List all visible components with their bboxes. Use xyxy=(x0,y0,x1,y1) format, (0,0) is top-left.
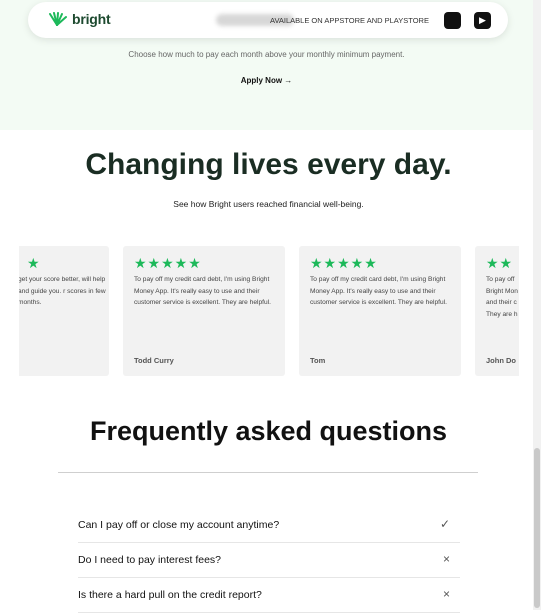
review-card: ★★★★★ To pay off my credit card debt, I'… xyxy=(299,246,461,376)
hero-subtitle: Choose how much to pay each month above … xyxy=(128,50,405,59)
scrollbar-thumb[interactable] xyxy=(534,448,540,608)
close-icon[interactable]: × xyxy=(443,587,450,601)
review-card: ★★ To pay off Bright Mon and their c The… xyxy=(475,246,519,376)
check-icon[interactable]: ✓ xyxy=(440,517,450,531)
rating-stars: ★★★★★ xyxy=(310,255,378,271)
review-text: To pay off my credit card debt, I'm usin… xyxy=(310,276,447,306)
rating-stars: ★ xyxy=(27,255,41,271)
faq-item[interactable]: Is there a hard pull on the credit repor… xyxy=(78,578,460,613)
rating-stars: ★★★★★ xyxy=(134,255,202,271)
reviews-carousel[interactable]: ★ get your score better, will help and g… xyxy=(19,246,519,376)
bright-logo[interactable]: bright xyxy=(46,11,111,27)
top-navbar: bright AVAILABLE ON APPSTORE AND PLAYSTO… xyxy=(28,2,508,38)
faq-item[interactable]: Do I need to pay interest fees? × xyxy=(78,543,460,578)
review-text: To pay off my credit card debt, I'm usin… xyxy=(134,276,271,306)
divider xyxy=(58,472,478,473)
apply-now-link[interactable]: Apply Now → xyxy=(0,76,533,85)
review-card: ★★★★★ To pay off my credit card debt, I'… xyxy=(123,246,285,376)
review-card: ★ get your score better, will help and g… xyxy=(19,246,109,376)
brand-name: bright xyxy=(72,11,111,27)
play-store-icon: ▶ xyxy=(479,15,486,25)
faq-question: Is there a hard pull on the credit repor… xyxy=(78,589,262,601)
faq-question: Do I need to pay interest fees? xyxy=(78,554,222,566)
reviews-title: Changing lives every day. xyxy=(85,148,452,181)
store-availability-text: AVAILABLE ON APPSTORE AND PLAYSTORE xyxy=(270,16,429,25)
scrollbar-track[interactable] xyxy=(533,0,541,610)
play-store-button[interactable]: ▶ xyxy=(474,12,491,29)
leaf-icon xyxy=(49,12,67,26)
apple-store-button[interactable] xyxy=(444,12,461,29)
reviews-subtitle: See how Bright users reached financial w… xyxy=(173,199,364,209)
close-icon[interactable]: × xyxy=(443,552,450,566)
rating-stars: ★★ xyxy=(486,255,514,271)
reviewer-name: Todd Curry xyxy=(134,356,174,365)
review-text: get your score better, will help and gui… xyxy=(19,276,106,306)
faq-title: Frequently asked questions xyxy=(89,416,448,446)
faq-question: Can I pay off or close my account anytim… xyxy=(78,519,280,531)
faq-item[interactable]: Can I pay off or close my account anytim… xyxy=(78,508,460,543)
review-text: To pay off Bright Mon and their c They a… xyxy=(486,276,518,318)
reviewer-name: Tom xyxy=(310,356,326,365)
reviewer-name: John Do xyxy=(486,356,516,365)
